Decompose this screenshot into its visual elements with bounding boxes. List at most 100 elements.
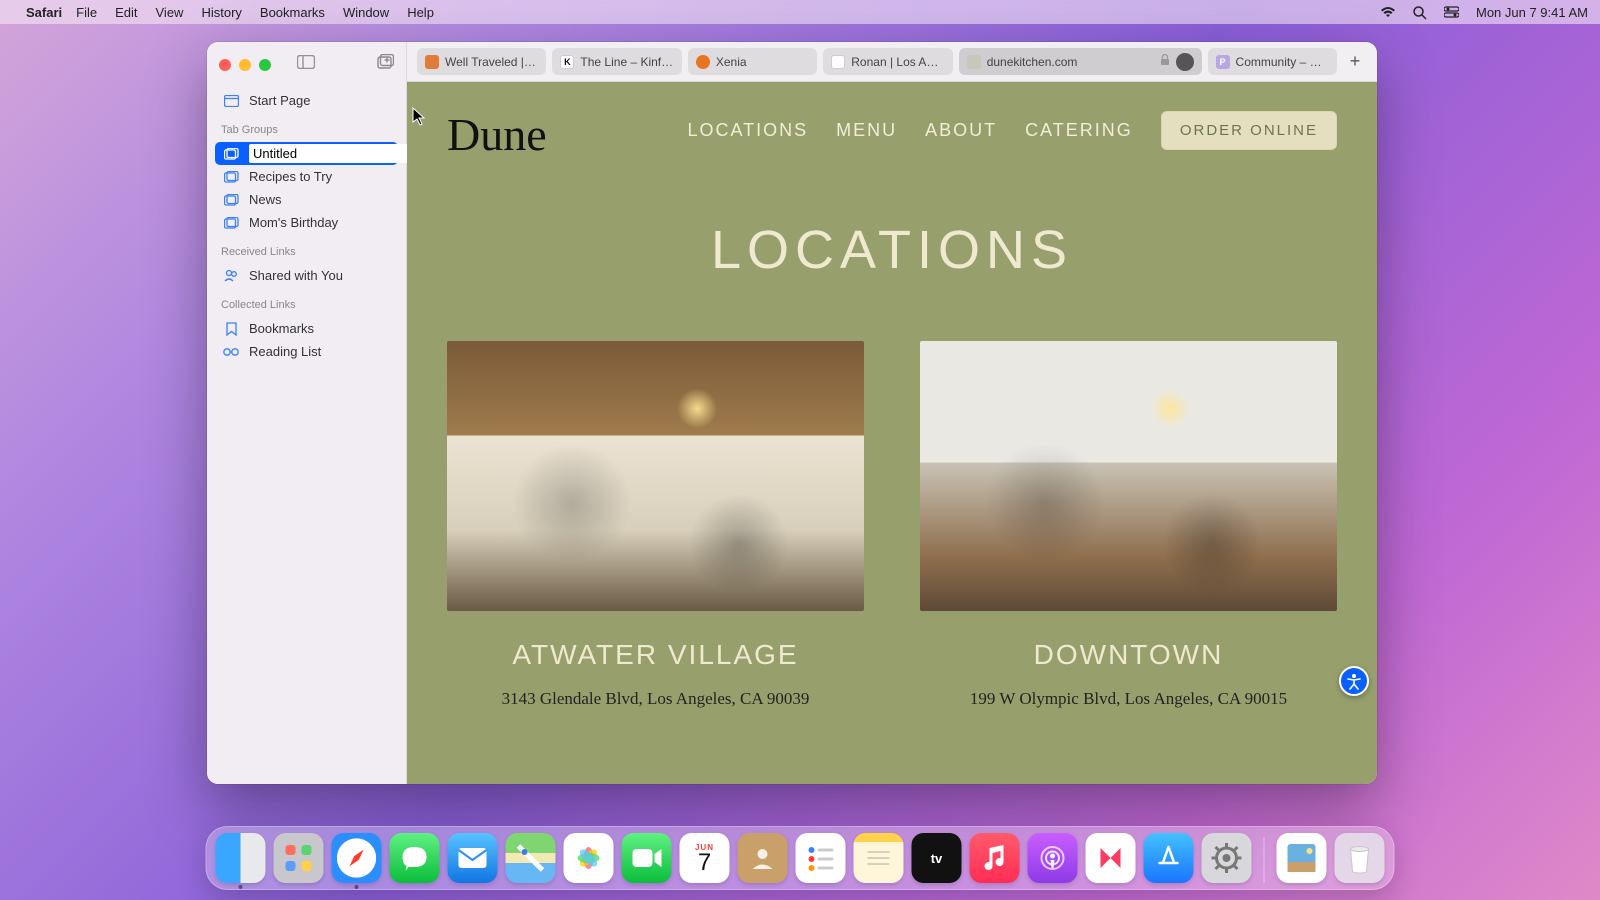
dock-facetime[interactable] [622, 833, 672, 883]
sidebar-tab-group-editing[interactable]: ✕ [215, 142, 398, 165]
location-photo-atwater [447, 341, 864, 611]
nav-menu[interactable]: MENU [836, 120, 897, 141]
sidebar-item-label: Bookmarks [249, 321, 314, 336]
tab-xenia[interactable]: Xenia [688, 48, 817, 75]
dock-notes[interactable] [854, 833, 904, 883]
location-address: 199 W Olympic Blvd, Los Angeles, CA 9001… [920, 689, 1337, 709]
new-tab-group-button[interactable] [376, 54, 394, 75]
menu-edit[interactable]: Edit [115, 5, 137, 20]
dock-contacts[interactable] [738, 833, 788, 883]
dock-calendar[interactable]: JUN 7 [680, 833, 730, 883]
browser-content-pane: Well Traveled |… K The Line – Kinfolk Xe… [407, 42, 1377, 784]
order-online-button[interactable]: ORDER ONLINE [1161, 111, 1337, 150]
menu-help[interactable]: Help [407, 5, 434, 20]
sidebar: Start Page Tab Groups ✕ Recipes to Try [207, 42, 407, 784]
dock: JUN 7 tv [206, 826, 1395, 890]
nav-catering[interactable]: CATERING [1025, 120, 1133, 141]
dock-reminders[interactable] [796, 833, 846, 883]
menubar: Safari File Edit View History Bookmarks … [0, 0, 1600, 24]
tab-favicon [425, 55, 439, 69]
dock-photos[interactable] [564, 833, 614, 883]
sidebar-shared-with-you[interactable]: Shared with You [215, 264, 398, 287]
dock-music[interactable] [970, 833, 1020, 883]
menu-window[interactable]: Window [343, 5, 389, 20]
tab-bar: Well Traveled |… K The Line – Kinfolk Xe… [407, 42, 1377, 82]
bookmark-icon [223, 322, 239, 336]
menu-file[interactable]: File [76, 5, 97, 20]
dock-maps[interactable] [506, 833, 556, 883]
control-center-icon[interactable] [1444, 4, 1460, 20]
tab-kinfolk[interactable]: K The Line – Kinfolk [552, 48, 681, 75]
location-card-atwater: ATWATER VILLAGE 3143 Glendale Blvd, Los … [447, 341, 864, 709]
menu-bookmarks[interactable]: Bookmarks [260, 5, 325, 20]
tab-favicon: K [560, 55, 574, 69]
dock-messages[interactable] [390, 833, 440, 883]
menubar-app-name[interactable]: Safari [26, 5, 62, 20]
sidebar-reading-list[interactable]: Reading List [215, 340, 398, 363]
sidebar-item-label: Reading List [249, 344, 321, 359]
tab-title: Community – Pi… [1236, 55, 1329, 69]
dock-podcasts[interactable] [1028, 833, 1078, 883]
webpage-content: Dune LOCATIONS MENU ABOUT CATERING ORDER… [407, 82, 1377, 784]
start-page-icon [223, 95, 239, 107]
page-heading-locations: LOCATIONS [407, 219, 1377, 281]
dock-trash[interactable] [1335, 833, 1385, 883]
sidebar-tab-group-news[interactable]: News [215, 188, 398, 211]
sidebar-item-label: Shared with You [249, 268, 343, 283]
tab-title: dunekitchen.com [987, 55, 1154, 69]
nav-about[interactable]: ABOUT [925, 120, 997, 141]
new-tab-button[interactable]: + [1343, 50, 1367, 74]
dock-tv[interactable]: tv [912, 833, 962, 883]
reading-list-icon [223, 347, 239, 357]
lock-icon [1160, 54, 1170, 69]
tab-group-icon [223, 148, 239, 160]
tab-favicon [831, 55, 845, 69]
tab-group-icon [223, 194, 239, 206]
dock-mail[interactable] [448, 833, 498, 883]
menu-view[interactable]: View [156, 5, 184, 20]
sidebar-item-label: Start Page [249, 93, 310, 108]
tab-well-traveled[interactable]: Well Traveled |… [417, 48, 546, 75]
tab-ronan[interactable]: Ronan | Los Ang… [823, 48, 952, 75]
nav-locations[interactable]: LOCATIONS [687, 120, 808, 141]
dock-finder[interactable] [216, 833, 266, 883]
tab-group-name-input[interactable] [249, 144, 433, 163]
window-traffic-lights [219, 59, 271, 71]
tab-community[interactable]: P Community – Pi… [1208, 48, 1337, 75]
dock-separator [1264, 837, 1265, 883]
sidebar-bookmarks[interactable]: Bookmarks [215, 317, 398, 340]
sidebar-tab-group-recipes[interactable]: Recipes to Try [215, 165, 398, 188]
window-close-button[interactable] [219, 59, 231, 71]
menubar-clock[interactable]: Mon Jun 7 9:41 AM [1476, 5, 1588, 20]
shared-with-you-icon [223, 269, 239, 282]
tab-favicon: P [1216, 55, 1230, 69]
site-logo[interactable]: Dune [447, 108, 547, 161]
tab-group-icon [223, 217, 239, 229]
dock-preview-thumbnail[interactable] [1277, 833, 1327, 883]
sidebar-toggle-icon[interactable] [297, 55, 315, 74]
tab-dunekitchen-active[interactable]: dunekitchen.com [959, 48, 1202, 75]
menu-history[interactable]: History [201, 5, 241, 20]
sidebar-start-page[interactable]: Start Page [215, 89, 398, 112]
accessibility-widget-button[interactable] [1339, 666, 1369, 696]
tab-favicon [967, 55, 981, 69]
window-minimize-button[interactable] [239, 59, 251, 71]
sidebar-tab-group-moms-birthday[interactable]: Mom's Birthday [215, 211, 398, 234]
dock-appstore[interactable] [1144, 833, 1194, 883]
window-maximize-button[interactable] [259, 59, 271, 71]
dock-safari[interactable] [332, 833, 382, 883]
sidebar-item-label: Recipes to Try [249, 169, 332, 184]
tab-title: The Line – Kinfolk [580, 55, 673, 69]
tab-favicon [696, 55, 710, 69]
location-name: ATWATER VILLAGE [447, 639, 864, 671]
tab-group-icon [223, 171, 239, 183]
dock-settings[interactable] [1202, 833, 1252, 883]
wifi-icon[interactable] [1380, 4, 1396, 20]
spotlight-icon[interactable] [1412, 4, 1428, 20]
location-card-downtown: DOWNTOWN 199 W Olympic Blvd, Los Angeles… [920, 341, 1337, 709]
sidebar-tab-groups-header: Tab Groups [207, 116, 406, 138]
dock-launchpad[interactable] [274, 833, 324, 883]
reader-mode-icon[interactable] [1176, 53, 1194, 71]
dock-news[interactable] [1086, 833, 1136, 883]
sidebar-item-label: News [249, 192, 282, 207]
